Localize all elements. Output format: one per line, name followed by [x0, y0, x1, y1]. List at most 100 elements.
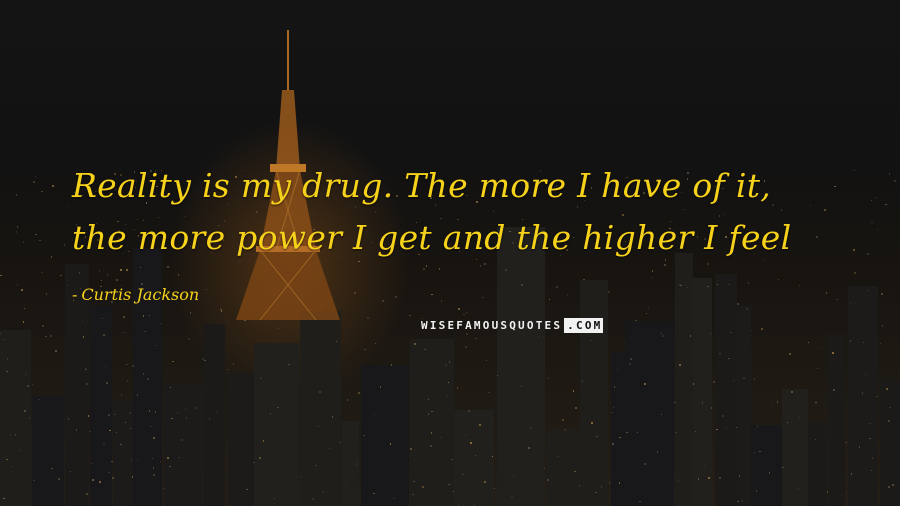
city-light: [390, 443, 391, 445]
city-light: [428, 413, 429, 415]
city-light: [773, 441, 774, 442]
city-light: [153, 437, 155, 439]
city-light: [263, 440, 264, 442]
city-light: [739, 475, 740, 477]
city-light: [528, 447, 530, 449]
city-light: [354, 292, 356, 294]
city-light: [221, 310, 222, 312]
city-light: [845, 442, 847, 443]
city-light: [782, 467, 784, 468]
city-light: [4, 339, 5, 340]
city-light: [15, 434, 16, 436]
building: [254, 343, 299, 506]
city-light: [68, 206, 69, 207]
city-light: [881, 293, 883, 295]
city-light: [116, 432, 117, 433]
city-light: [185, 408, 186, 409]
city-light: [137, 394, 138, 396]
city-light: [894, 180, 896, 182]
city-light: [548, 378, 549, 379]
city-light: [120, 269, 122, 271]
city-light: [833, 389, 835, 391]
building: [300, 311, 341, 506]
city-light: [382, 300, 384, 302]
city-light: [742, 500, 743, 502]
building: [547, 430, 580, 506]
city-light: [10, 434, 11, 435]
city-light: [336, 341, 337, 342]
city-light: [662, 335, 664, 337]
city-light: [475, 455, 476, 456]
city-light: [451, 459, 453, 460]
city-light: [530, 427, 532, 429]
city-light: [424, 349, 426, 350]
city-light: [186, 417, 187, 419]
city-light: [101, 280, 102, 281]
city-light: [475, 338, 477, 339]
city-light: [513, 476, 514, 477]
city-light: [27, 385, 29, 387]
city-light: [178, 457, 180, 458]
city-light: [340, 442, 341, 443]
city-light: [274, 498, 275, 499]
city-light: [591, 422, 593, 424]
city-light: [312, 498, 314, 500]
city-light: [547, 479, 549, 481]
city-light: [414, 460, 415, 461]
city-light: [818, 348, 819, 349]
quote-image: Reality is my drug. The more I have of i…: [0, 0, 900, 506]
city-light: [127, 380, 128, 382]
building: [808, 422, 827, 506]
city-light: [51, 468, 53, 469]
city-light: [611, 412, 613, 413]
city-light: [661, 333, 662, 334]
city-light: [35, 176, 36, 177]
city-light: [23, 241, 24, 243]
city-light: [769, 472, 770, 474]
city-light: [865, 374, 866, 375]
building: [32, 396, 64, 506]
city-light: [85, 368, 86, 370]
city-light: [147, 378, 149, 380]
city-light: [736, 427, 737, 428]
city-light: [170, 387, 171, 388]
city-light: [35, 234, 37, 235]
city-light: [511, 496, 513, 497]
city-light: [144, 331, 146, 332]
city-light: [889, 407, 891, 408]
city-light: [567, 294, 568, 296]
building: [454, 410, 494, 506]
city-light: [815, 439, 816, 440]
city-light: [109, 430, 111, 431]
city-light: [743, 378, 745, 379]
city-light: [60, 275, 62, 276]
city-light: [644, 463, 646, 465]
city-light: [413, 481, 415, 482]
city-light: [112, 477, 114, 479]
city-light: [52, 185, 54, 187]
city-light: [21, 289, 23, 291]
city-light: [126, 269, 128, 271]
city-light: [557, 456, 559, 457]
watermark-text: WISEFAMOUSQUOTES: [421, 319, 563, 332]
city-light: [453, 491, 454, 492]
city-light: [132, 476, 133, 478]
city-light: [167, 457, 169, 459]
city-light: [29, 417, 30, 419]
city-light: [428, 399, 429, 400]
city-light: [129, 412, 131, 414]
city-light: [465, 346, 467, 348]
city-light: [108, 414, 110, 416]
city-light: [626, 432, 628, 433]
city-light: [412, 494, 414, 495]
city-light: [121, 394, 122, 396]
city-light: [730, 332, 732, 333]
city-light: [815, 402, 817, 403]
city-light: [439, 268, 440, 270]
city-light: [448, 484, 450, 485]
city-light: [45, 336, 47, 337]
city-light: [373, 493, 375, 494]
city-light: [260, 378, 262, 379]
city-light: [167, 266, 169, 268]
city-light: [25, 374, 26, 375]
